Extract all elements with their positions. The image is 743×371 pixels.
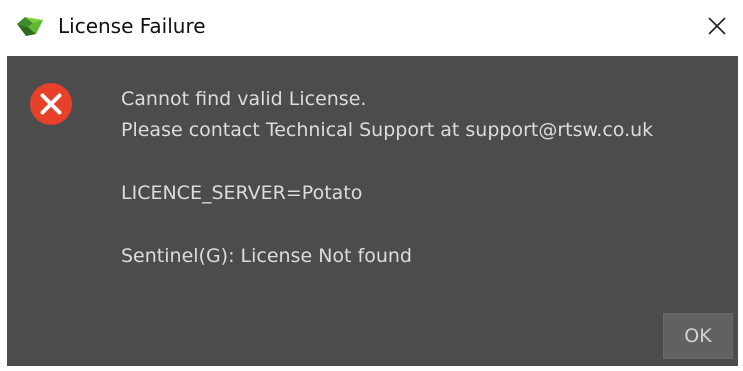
app-logo-icon bbox=[16, 14, 44, 38]
title-bar: License Failure bbox=[0, 0, 743, 55]
message-line-sentinel: Sentinel(G): License Not found bbox=[121, 245, 412, 267]
error-message: Cannot find valid License. Please contac… bbox=[121, 84, 653, 272]
message-line-2: Please contact Technical Support at supp… bbox=[121, 119, 654, 141]
dialog-body: Cannot find valid License. Please contac… bbox=[7, 56, 738, 366]
close-icon bbox=[708, 17, 726, 35]
license-failure-dialog: License Failure Cannot find valid Licens… bbox=[0, 0, 743, 371]
close-button[interactable] bbox=[699, 8, 735, 44]
error-icon bbox=[29, 82, 73, 126]
ok-button[interactable]: OK bbox=[663, 313, 733, 359]
message-line-1: Cannot find valid License. bbox=[121, 88, 367, 110]
message-line-server: LICENCE_SERVER=Potato bbox=[121, 182, 363, 204]
window-title: License Failure bbox=[58, 14, 206, 38]
